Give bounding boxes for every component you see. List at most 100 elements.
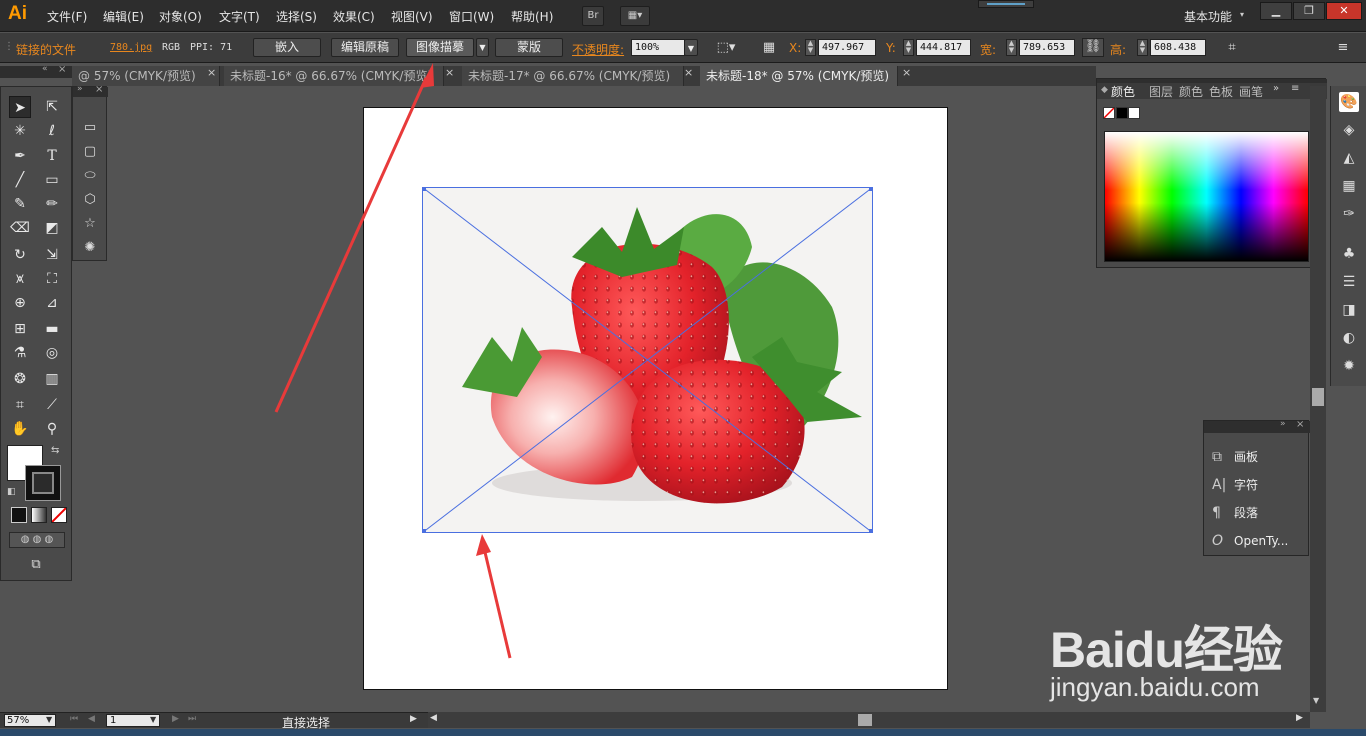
expand-icon[interactable]: »	[77, 84, 83, 94]
tab-color[interactable]: 颜色	[1111, 83, 1135, 100]
selection-handle[interactable]	[422, 187, 426, 191]
star-icon[interactable]: ☆	[82, 216, 98, 232]
appearance-icon[interactable]: ✹	[1339, 356, 1359, 376]
tab-document-1[interactable]: @ 57% (CMYK/预览)	[72, 66, 220, 86]
stroke-icon[interactable]: ☰	[1339, 272, 1359, 292]
x-spinner-icon[interactable]: ▲ ▼	[805, 39, 816, 56]
close-panel-icon[interactable]: ×	[1296, 419, 1304, 430]
last-artboard-icon[interactable]: ⏭	[188, 714, 196, 724]
tab-document-17[interactable]: 未标题-17* @ 66.67% (CMYK/预览)	[462, 66, 684, 86]
opentype-panel-item[interactable]: O OpenTy...	[1212, 531, 1288, 551]
none-mode-icon[interactable]	[51, 507, 67, 523]
placed-image[interactable]	[421, 186, 874, 534]
panel-options-icon[interactable]: ≡	[1291, 83, 1299, 94]
flare-icon[interactable]: ✺	[82, 240, 98, 256]
edit-original-button[interactable]: 编辑原稿	[331, 38, 399, 57]
tab-swatches[interactable]: 色板	[1209, 83, 1233, 100]
embed-button[interactable]: 嵌入	[253, 38, 321, 57]
character-panel-item[interactable]: A| 字符	[1212, 475, 1258, 495]
height-spinner-icon[interactable]: ▲ ▼	[1137, 39, 1148, 56]
selection-tool-icon[interactable]: ➤	[9, 96, 31, 118]
rounded-rectangle-icon[interactable]: ▢	[82, 144, 98, 160]
menu-type[interactable]: 文字(T)	[219, 8, 260, 25]
y-spinner-icon[interactable]: ▲ ▼	[903, 39, 914, 56]
tab-close-icon[interactable]: ×	[207, 66, 216, 79]
file-name-link[interactable]: 780.jpg	[110, 42, 152, 53]
tab-close-icon[interactable]: ×	[902, 66, 911, 79]
selection-handle[interactable]	[869, 529, 873, 533]
width-spinner-icon[interactable]: ▲ ▼	[1006, 39, 1017, 56]
artboard-panel-item[interactable]: ⧉ 画板	[1212, 447, 1258, 467]
bridge-button[interactable]: Br	[582, 6, 604, 26]
menu-window[interactable]: 窗口(W)	[449, 8, 494, 25]
eraser-tool-icon[interactable]: ◩	[41, 217, 63, 239]
rectangle-shape-icon[interactable]: ▭	[82, 120, 98, 136]
height-field[interactable]: 608.438	[1150, 39, 1206, 56]
gradient-tool-icon[interactable]: ▬	[41, 318, 63, 340]
swap-colors-icon[interactable]: ⇆	[51, 445, 59, 456]
paintbrush-tool-icon[interactable]: ✎	[9, 193, 31, 215]
shape-builder-tool-icon[interactable]: ⊕	[9, 292, 31, 314]
opacity-dropdown-icon[interactable]: ▼	[684, 39, 698, 56]
minimize-icon[interactable]: ▁	[1260, 2, 1292, 20]
scroll-left-icon[interactable]: ◀	[430, 713, 437, 723]
gradient-mode-icon[interactable]	[31, 507, 47, 523]
rotate-tool-icon[interactable]: ↻	[9, 244, 31, 266]
slice-tool-icon[interactable]: ⟋	[41, 394, 63, 416]
opacity-field[interactable]: 100%	[631, 39, 685, 56]
artboard-dropdown-icon[interactable]: ▼	[150, 715, 156, 724]
horizontal-scrollbar[interactable]: ◀ ▶	[428, 712, 1310, 728]
arrange-documents-icon[interactable]: ▦▾	[620, 6, 650, 26]
symbol-sprayer-tool-icon[interactable]: ❂	[9, 368, 31, 390]
horizontal-scroll-thumb[interactable]	[858, 714, 872, 726]
tab-document-16[interactable]: 未标题-16* @ 66.67% (CMYK/预览)	[224, 66, 444, 86]
zoom-tool-icon[interactable]: ⚲	[41, 418, 63, 440]
panel-toggle-icon[interactable]: ◆	[1101, 85, 1108, 95]
type-tool-icon[interactable]: T	[41, 145, 63, 167]
rectangle-tool-icon[interactable]: ▭	[41, 169, 63, 191]
scroll-down-icon[interactable]: ▼	[1313, 696, 1319, 705]
paragraph-panel-item[interactable]: ¶ 段落	[1212, 503, 1258, 523]
artboard-tool-icon[interactable]: ⌗	[9, 394, 31, 416]
width-field[interactable]: 789.653	[1019, 39, 1075, 56]
zoom-dropdown-icon[interactable]: ▼	[46, 715, 52, 724]
selection-handle[interactable]	[422, 529, 426, 533]
lasso-tool-icon[interactable]: ℓ	[41, 120, 63, 142]
ellipse-icon[interactable]: ⬭	[82, 168, 98, 184]
collapse-icon[interactable]: «	[42, 64, 48, 74]
perspective-grid-tool-icon[interactable]: ⊿	[41, 292, 63, 314]
first-artboard-icon[interactable]: ⏮	[70, 714, 78, 724]
selection-handle[interactable]	[869, 187, 873, 191]
tab-color-guide[interactable]: 颜色	[1179, 83, 1203, 100]
panel-menu-icon[interactable]: ≡	[1333, 40, 1353, 56]
close-window-icon[interactable]: ✕	[1326, 2, 1362, 20]
eyedropper-tool-icon[interactable]: ⚗	[9, 342, 31, 364]
align-to-icon[interactable]: ⬚▾	[716, 40, 736, 56]
default-colors-icon[interactable]: ◧	[7, 487, 16, 497]
gradient-icon[interactable]: ◨	[1339, 300, 1359, 320]
transparency-icon[interactable]: ◐	[1339, 328, 1359, 348]
scroll-right-icon[interactable]: ▶	[1296, 713, 1303, 723]
menu-help[interactable]: 帮助(H)	[511, 8, 553, 25]
symbols-icon[interactable]: ♣	[1339, 244, 1359, 264]
stroke-swatch[interactable]	[25, 465, 61, 501]
prev-artboard-icon[interactable]: ◀	[88, 714, 95, 724]
menu-edit[interactable]: 编辑(E)	[103, 8, 144, 25]
none-swatch[interactable]	[1103, 107, 1115, 119]
image-trace-button[interactable]: 图像描摹	[406, 38, 474, 57]
line-tool-icon[interactable]: ╱	[9, 169, 31, 191]
close-flyout-icon[interactable]: ×	[95, 84, 103, 95]
menu-file[interactable]: 文件(F)	[47, 8, 87, 25]
image-trace-dropdown-icon[interactable]: ▼	[476, 38, 489, 57]
color-mode-icon[interactable]	[11, 507, 27, 523]
white-swatch[interactable]	[1128, 107, 1140, 119]
free-transform-tool-icon[interactable]: ⛶	[41, 268, 63, 290]
transform-icon[interactable]: ⌗	[1222, 40, 1242, 56]
black-swatch[interactable]	[1116, 107, 1128, 119]
restore-icon[interactable]: ❐	[1293, 2, 1325, 20]
column-graph-tool-icon[interactable]: ▥	[41, 368, 63, 390]
blob-brush-tool-icon[interactable]: ⌫	[9, 217, 31, 239]
next-artboard-icon[interactable]: ▶	[172, 714, 179, 724]
constrain-proportions-icon[interactable]: ⛓	[1082, 38, 1104, 57]
workspace-switcher[interactable]: 基本功能	[1184, 8, 1232, 25]
